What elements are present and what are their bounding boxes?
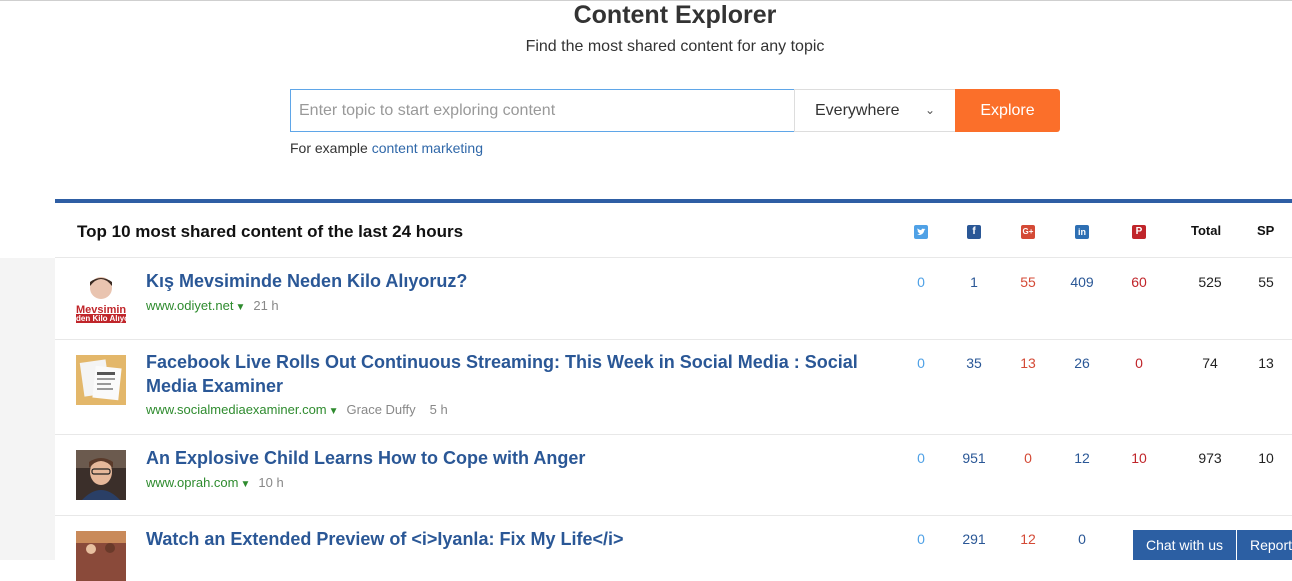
table-row: Watch an Extended Preview of <i>Iyanla: … <box>55 516 1292 581</box>
column-total-label[interactable]: Total <box>1191 223 1221 238</box>
report-button[interactable]: Report <box>1237 530 1292 560</box>
sp-count: 13 <box>1258 355 1274 371</box>
article-domain[interactable]: www.oprah.com <box>146 475 238 490</box>
page-subtitle: Find the most shared content for any top… <box>525 38 825 55</box>
example-link[interactable]: content marketing <box>372 140 483 156</box>
linkedin-icon[interactable]: in <box>1075 225 1089 239</box>
linkedin-count: 12 <box>1074 450 1090 466</box>
article-meta: www.socialmediaexaminer.com ▼ Grace Duffy 5… <box>146 402 448 417</box>
scope-dropdown[interactable]: Everywhere ⌄ <box>794 89 956 132</box>
twitter-count: 0 <box>917 274 925 290</box>
facebook-count: 291 <box>962 531 986 547</box>
article-thumbnail[interactable] <box>76 531 126 581</box>
scope-value: Everywhere <box>815 102 900 119</box>
article-title-link[interactable]: An Explosive Child Learns How to Cope wi… <box>146 446 886 470</box>
article-thumbnail[interactable]: Mevsimin den Kilo Alıyo <box>76 274 126 324</box>
caret-down-icon[interactable]: ▼ <box>240 479 250 490</box>
article-title-link[interactable]: Watch an Extended Preview of <i>Iyanla: … <box>146 527 886 551</box>
article-title-link[interactable]: Facebook Live Rolls Out Continuous Strea… <box>146 350 886 398</box>
googleplus-count: 13 <box>1020 355 1036 371</box>
article-author[interactable]: Grace Duffy <box>347 402 416 417</box>
panel-header: Top 10 most shared content of the last 2… <box>55 203 1292 258</box>
article-domain[interactable]: www.odiyet.net <box>146 298 233 313</box>
pinterest-count: 10 <box>1131 450 1147 466</box>
article-domain[interactable]: www.socialmediaexaminer.com <box>146 402 327 417</box>
chat-with-us-button[interactable]: Chat with us <box>1133 530 1236 560</box>
caret-down-icon[interactable]: ▼ <box>329 406 339 417</box>
search-example: For example content marketing <box>290 140 483 156</box>
left-gutter <box>0 258 55 560</box>
panel-title: Top 10 most shared content of the last 2… <box>77 222 464 241</box>
article-meta: www.odiyet.net ▼ 21 h <box>146 298 279 313</box>
example-prefix: For example <box>290 140 368 156</box>
googleplus-count: 0 <box>1024 450 1032 466</box>
caret-down-icon[interactable]: ▼ <box>235 302 245 313</box>
googleplus-count: 12 <box>1020 531 1036 547</box>
pinterest-icon[interactable]: P <box>1132 225 1146 239</box>
article-thumbnail[interactable] <box>76 450 126 500</box>
facebook-count: 35 <box>966 355 982 371</box>
table-row: An Explosive Child Learns How to Cope wi… <box>55 435 1292 516</box>
page-title: Content Explorer <box>573 1 777 29</box>
topic-search-input[interactable]: Enter topic to start exploring content <box>290 89 795 132</box>
pinterest-count: 0 <box>1135 355 1143 371</box>
facebook-count: 1 <box>970 274 978 290</box>
article-age: 21 h <box>253 298 279 313</box>
article-age: 10 h <box>258 475 284 490</box>
table-row: Mevsimin den Kilo Alıyo Kış Mevsiminde N… <box>55 259 1292 340</box>
total-count: 74 <box>1202 355 1218 371</box>
pinterest-count: 60 <box>1131 274 1147 290</box>
sp-count: 10 <box>1258 450 1274 466</box>
table-row: Facebook Live Rolls Out Continuous Strea… <box>55 340 1292 435</box>
googleplus-icon[interactable]: G+ <box>1021 225 1035 239</box>
chevron-down-icon: ⌄ <box>924 103 935 117</box>
facebook-count: 951 <box>962 450 986 466</box>
article-thumbnail[interactable] <box>76 355 126 405</box>
total-count: 973 <box>1198 450 1222 466</box>
total-count: 525 <box>1198 274 1222 290</box>
article-age: 5 h <box>429 402 448 417</box>
article-meta: www.oprah.com ▼ 10 h <box>146 475 284 490</box>
sp-count: 55 <box>1258 274 1274 290</box>
twitter-icon[interactable] <box>914 225 928 239</box>
linkedin-count: 409 <box>1070 274 1094 290</box>
column-sp-label[interactable]: SP <box>1257 223 1274 238</box>
facebook-icon[interactable]: f <box>967 225 981 239</box>
twitter-count: 0 <box>917 450 925 466</box>
linkedin-count: 26 <box>1074 355 1090 371</box>
thumb-text: den Kilo Alıyo <box>76 314 126 323</box>
article-title-link[interactable]: Kış Mevsiminde Neden Kilo Alıyoruz? <box>146 269 886 293</box>
linkedin-count: 0 <box>1078 531 1086 547</box>
explore-button[interactable]: Explore <box>955 89 1060 132</box>
twitter-count: 0 <box>917 531 925 547</box>
googleplus-count: 55 <box>1020 274 1036 290</box>
twitter-count: 0 <box>917 355 925 371</box>
